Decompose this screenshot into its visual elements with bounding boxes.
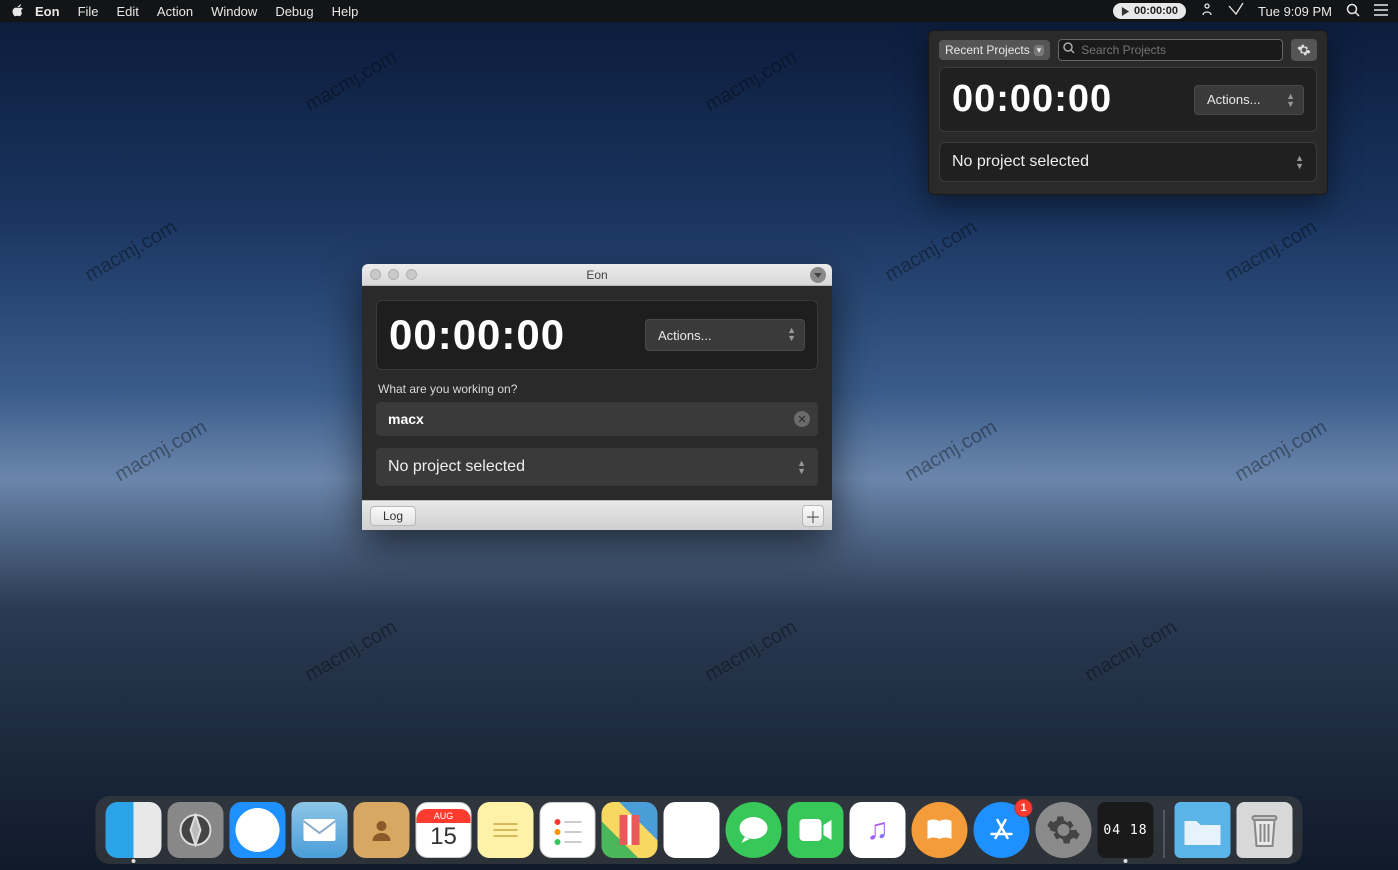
dock-separator bbox=[1164, 810, 1165, 858]
panel-actions-dropdown[interactable]: Actions... ▲▼ bbox=[1194, 85, 1304, 115]
note-input[interactable] bbox=[388, 411, 784, 427]
menubar-tray-icon-2[interactable] bbox=[1228, 3, 1244, 20]
dock-launchpad[interactable] bbox=[168, 802, 224, 858]
settings-button[interactable] bbox=[1291, 39, 1317, 61]
menubar-right: 00:00:00 Tue 9:09 PM bbox=[1113, 3, 1388, 20]
dock-system-preferences[interactable] bbox=[1036, 802, 1092, 858]
search-icon bbox=[1063, 42, 1075, 57]
dock-clock-time: 04 18 bbox=[1103, 823, 1147, 838]
dock-appstore[interactable]: 1 bbox=[974, 802, 1030, 858]
window-footer: Log ＋ bbox=[362, 500, 832, 530]
menu-file[interactable]: File bbox=[78, 4, 99, 19]
eon-window: Eon 00:00:00 Actions... ▲▼ What are you … bbox=[362, 264, 832, 530]
window-titlebar[interactable]: Eon bbox=[362, 264, 832, 286]
panel-project-label: No project selected bbox=[952, 153, 1089, 171]
timer-value: 00:00:00 bbox=[389, 311, 565, 359]
menu-debug[interactable]: Debug bbox=[275, 4, 313, 19]
app-menus: Eon File Edit Action Window Debug Help bbox=[35, 4, 358, 19]
dock-ibooks[interactable] bbox=[912, 802, 968, 858]
menu-edit[interactable]: Edit bbox=[117, 4, 139, 19]
menubar-dropdown-panel: Recent Projects ▾ 00:00:00 Actions... ▲▼… bbox=[928, 30, 1328, 195]
dock-trash[interactable] bbox=[1237, 802, 1293, 858]
actions-label: Actions... bbox=[658, 328, 711, 343]
panel-timer-card: 00:00:00 Actions... ▲▼ bbox=[939, 67, 1317, 132]
dock-itunes[interactable]: ♫ bbox=[850, 802, 906, 858]
dock-facetime[interactable] bbox=[788, 802, 844, 858]
dock-notes[interactable] bbox=[478, 802, 534, 858]
menubar-timer-value: 00:00:00 bbox=[1134, 5, 1178, 17]
apple-menu-icon[interactable] bbox=[10, 3, 23, 20]
appstore-badge: 1 bbox=[1015, 799, 1033, 817]
menubar-tray-icon-1[interactable] bbox=[1200, 3, 1214, 20]
add-button[interactable]: ＋ bbox=[802, 505, 824, 527]
note-field[interactable]: ✕ bbox=[376, 402, 818, 436]
working-on-label: What are you working on? bbox=[378, 382, 816, 396]
clear-icon[interactable]: ✕ bbox=[794, 411, 810, 427]
menubar: Eon File Edit Action Window Debug Help 0… bbox=[0, 0, 1398, 22]
updown-caret-icon: ▲▼ bbox=[1295, 154, 1304, 170]
menu-action[interactable]: Action bbox=[157, 4, 193, 19]
gear-icon bbox=[1297, 43, 1311, 57]
updown-caret-icon: ▲▼ bbox=[787, 326, 796, 342]
dock-contacts[interactable] bbox=[354, 802, 410, 858]
panel-timer-value: 00:00:00 bbox=[952, 78, 1112, 121]
menubar-timer-pill[interactable]: 00:00:00 bbox=[1113, 3, 1186, 19]
menu-app[interactable]: Eon bbox=[35, 4, 60, 19]
actions-dropdown[interactable]: Actions... ▲▼ bbox=[645, 319, 805, 351]
collapse-icon[interactable] bbox=[810, 267, 826, 283]
dock-calendar[interactable]: AUG 15 bbox=[416, 802, 472, 858]
dock-finder[interactable] bbox=[106, 802, 162, 858]
dock-photos[interactable]: ✿ bbox=[664, 802, 720, 858]
menubar-clock[interactable]: Tue 9:09 PM bbox=[1258, 4, 1332, 19]
updown-caret-icon: ▲▼ bbox=[797, 459, 806, 475]
dock-downloads-folder[interactable] bbox=[1175, 802, 1231, 858]
calendar-month: AUG bbox=[417, 809, 471, 823]
photos-icon: ✿ bbox=[677, 810, 706, 850]
calendar-day: 15 bbox=[430, 823, 457, 851]
search-projects-input[interactable] bbox=[1058, 39, 1283, 61]
panel-project-dropdown[interactable]: No project selected ▲▼ bbox=[939, 142, 1317, 182]
spotlight-icon[interactable] bbox=[1346, 3, 1360, 20]
menu-window[interactable]: Window bbox=[211, 4, 257, 19]
dock: AUG 15 ✿ ♫ 1 04 18 bbox=[96, 796, 1303, 864]
menu-help[interactable]: Help bbox=[332, 4, 359, 19]
recent-projects-button[interactable]: Recent Projects ▾ bbox=[939, 40, 1050, 60]
timer-card: 00:00:00 Actions... ▲▼ bbox=[376, 300, 818, 370]
project-dropdown[interactable]: No project selected ▲▼ bbox=[376, 448, 818, 486]
dock-messages[interactable] bbox=[726, 802, 782, 858]
dock-clock-widget[interactable]: 04 18 bbox=[1098, 802, 1154, 858]
window-title: Eon bbox=[362, 268, 832, 282]
log-button[interactable]: Log bbox=[370, 506, 416, 526]
dock-reminders[interactable] bbox=[540, 802, 596, 858]
notification-center-icon[interactable] bbox=[1374, 4, 1388, 19]
dock-maps[interactable] bbox=[602, 802, 658, 858]
recent-projects-label: Recent Projects bbox=[945, 43, 1030, 57]
dock-mail[interactable] bbox=[292, 802, 348, 858]
panel-actions-label: Actions... bbox=[1207, 92, 1260, 107]
dock-safari[interactable] bbox=[230, 802, 286, 858]
chevron-down-icon: ▾ bbox=[1034, 45, 1045, 56]
project-label: No project selected bbox=[388, 458, 525, 476]
music-note-icon: ♫ bbox=[866, 813, 889, 847]
updown-caret-icon: ▲▼ bbox=[1286, 92, 1295, 108]
search-projects-field[interactable] bbox=[1058, 39, 1283, 61]
